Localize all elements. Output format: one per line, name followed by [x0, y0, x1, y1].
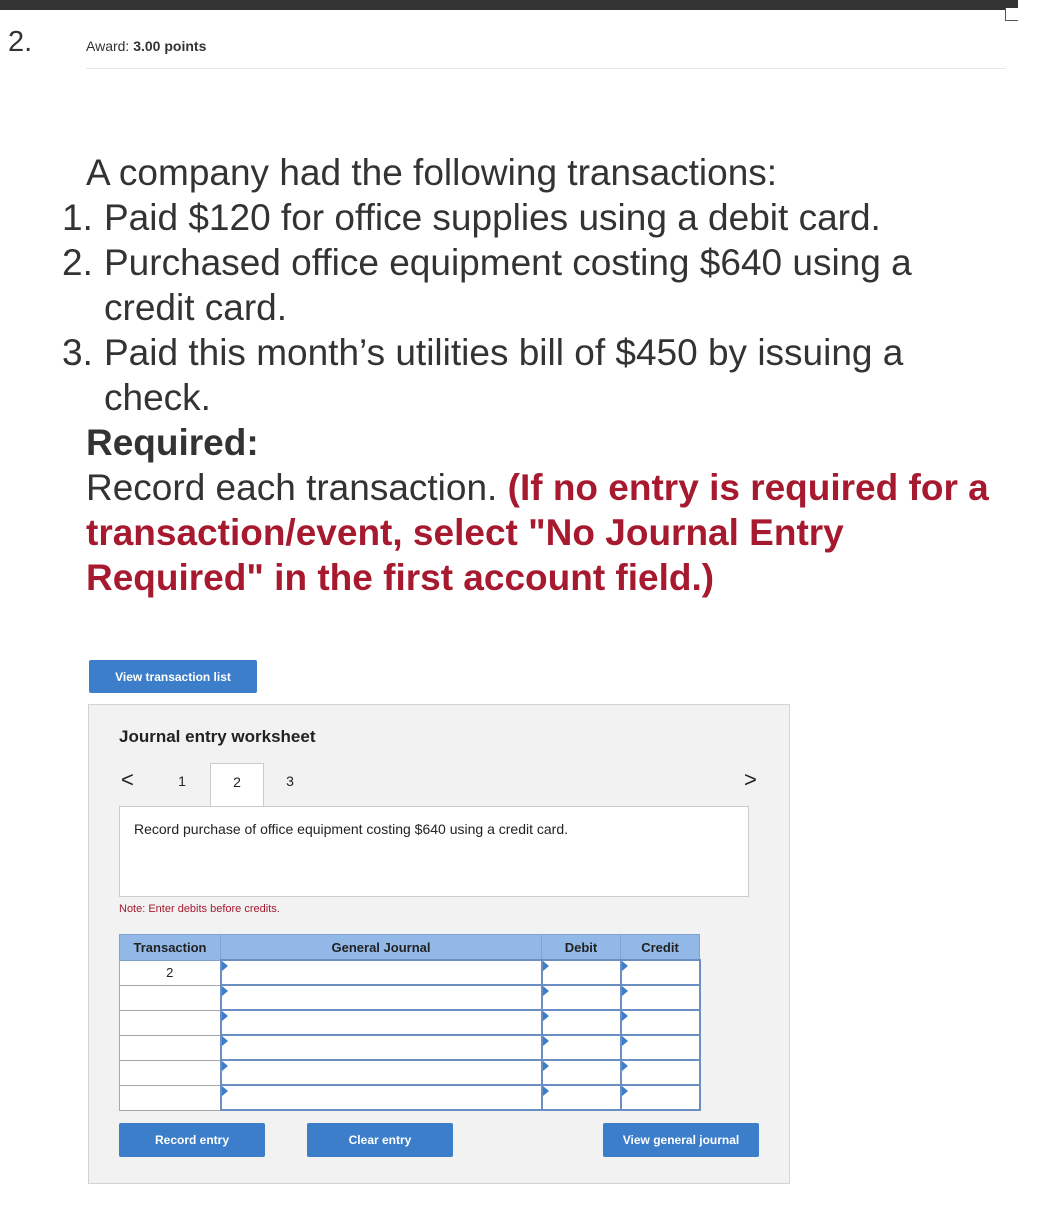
dropdown-marker-icon	[221, 1036, 228, 1046]
record-entry-button[interactable]: Record entry	[119, 1123, 265, 1157]
table-row	[119, 1034, 701, 1061]
input-marker-icon	[542, 1061, 549, 1071]
input-marker-icon	[621, 1011, 628, 1021]
transaction-description-box: Record purchase of office equipment cost…	[119, 806, 749, 897]
question-number: 2.	[8, 26, 33, 58]
clear-entry-button[interactable]: Clear entry	[307, 1123, 453, 1157]
worksheet-pager: < 1 2 3 >	[89, 763, 789, 808]
general-journal-table: Transaction General Journal Debit Credit…	[119, 934, 701, 1111]
transaction-cell	[119, 984, 221, 1011]
debit-credit-note: Note: Enter debits before credits.	[119, 903, 280, 915]
credit-input[interactable]	[619, 984, 701, 1011]
column-header-credit: Credit	[620, 934, 700, 961]
item-text: Paid this month’s utilities bill of $450…	[104, 332, 904, 418]
account-select[interactable]	[219, 1059, 543, 1086]
account-select[interactable]	[219, 959, 543, 986]
tab-3[interactable]: 3	[264, 763, 316, 806]
table-row	[119, 984, 701, 1011]
item-text: Paid $120 for office supplies using a de…	[104, 197, 881, 238]
account-select[interactable]	[219, 1084, 543, 1111]
required-label: Required:	[86, 422, 259, 463]
transaction-item: 3. Paid this month’s utilities bill of $…	[62, 330, 903, 418]
input-marker-icon	[621, 1061, 628, 1071]
tab-1[interactable]: 1	[156, 763, 208, 806]
input-marker-icon	[621, 961, 628, 971]
input-marker-icon	[542, 961, 549, 971]
debit-input[interactable]	[540, 1034, 622, 1061]
item-number: 3.	[62, 332, 93, 373]
debit-input[interactable]	[540, 959, 622, 986]
input-marker-icon	[542, 1011, 549, 1021]
record-instructions: Record each transaction. (If no entry is…	[86, 465, 1016, 600]
transaction-item: 1. Paid $120 for office supplies using a…	[62, 195, 881, 240]
page-corner-icon	[1005, 8, 1018, 21]
input-marker-icon	[542, 986, 549, 996]
column-header-debit: Debit	[541, 934, 621, 961]
item-number: 1.	[62, 197, 93, 238]
debit-input[interactable]	[540, 1084, 622, 1111]
input-marker-icon	[621, 1036, 628, 1046]
input-marker-icon	[621, 1086, 628, 1096]
input-marker-icon	[621, 986, 628, 996]
award: Award: 3.00 points	[86, 38, 206, 54]
divider	[86, 68, 1006, 69]
debit-input[interactable]	[540, 1009, 622, 1036]
column-header-general-journal: General Journal	[220, 934, 542, 961]
account-select[interactable]	[219, 1034, 543, 1061]
table-row	[119, 1084, 701, 1111]
item-number: 2.	[62, 242, 93, 283]
credit-input[interactable]	[619, 959, 701, 986]
view-general-journal-button[interactable]: View general journal	[603, 1123, 759, 1157]
dropdown-marker-icon	[221, 986, 228, 996]
journal-entry-worksheet: Journal entry worksheet < 1 2 3 > Record…	[88, 704, 790, 1184]
view-transaction-list-button[interactable]: View transaction list	[89, 660, 257, 693]
dropdown-marker-icon	[221, 1061, 228, 1071]
dropdown-marker-icon	[221, 961, 228, 971]
transaction-cell	[119, 1034, 221, 1061]
credit-input[interactable]	[619, 1034, 701, 1061]
credit-input[interactable]	[619, 1059, 701, 1086]
credit-input[interactable]	[619, 1009, 701, 1036]
tab-2[interactable]: 2	[210, 763, 264, 808]
column-header-transaction: Transaction	[119, 934, 221, 961]
input-marker-icon	[542, 1086, 549, 1096]
transaction-cell: 2	[119, 959, 221, 986]
item-text: Purchased office equipment costing $640 …	[104, 242, 912, 328]
transaction-cell	[119, 1009, 221, 1036]
chevron-right-icon[interactable]: >	[744, 767, 757, 793]
transaction-item: 2. Purchased office equipment costing $6…	[62, 240, 912, 328]
transaction-cell	[119, 1084, 221, 1111]
record-text: Record each transaction.	[86, 467, 498, 508]
transaction-description: Record purchase of office equipment cost…	[134, 821, 568, 837]
dropdown-marker-icon	[221, 1086, 228, 1096]
transaction-cell	[119, 1059, 221, 1086]
table-row	[119, 1009, 701, 1036]
award-value: 3.00 points	[133, 38, 207, 54]
table-row	[119, 1059, 701, 1086]
worksheet-title: Journal entry worksheet	[119, 727, 316, 746]
debit-input[interactable]	[540, 984, 622, 1011]
credit-input[interactable]	[619, 1084, 701, 1111]
award-label: Award:	[86, 38, 130, 54]
question-intro: A company had the following transactions…	[86, 152, 778, 193]
account-select[interactable]	[219, 984, 543, 1011]
chevron-left-icon[interactable]: <	[121, 767, 134, 793]
debit-input[interactable]	[540, 1059, 622, 1086]
top-bar	[0, 0, 1018, 10]
account-select[interactable]	[219, 1009, 543, 1036]
dropdown-marker-icon	[221, 1011, 228, 1021]
input-marker-icon	[542, 1036, 549, 1046]
table-row: 2	[119, 959, 701, 986]
